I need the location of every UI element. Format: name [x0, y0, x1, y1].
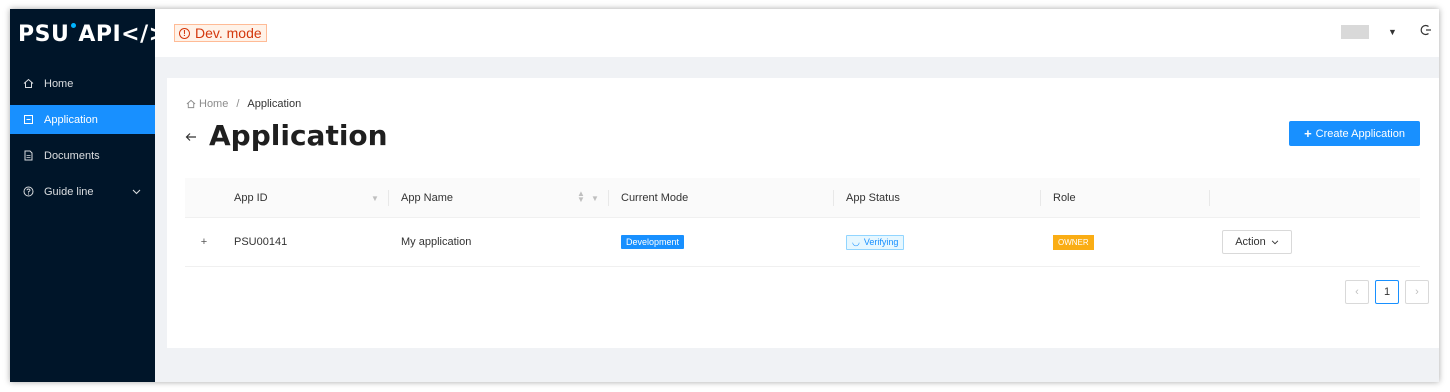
caret-down-icon[interactable]: ▼ [1388, 27, 1397, 37]
mode-tag: Development [621, 235, 685, 249]
role-tag: OWNER [1053, 234, 1094, 250]
logo-text-left: PSU [18, 21, 70, 47]
sort-icon[interactable]: ▲ ▼ [577, 190, 585, 204]
loading-icon: ◡ [852, 236, 860, 247]
expand-row-button[interactable]: + [199, 218, 209, 266]
filter-icon[interactable]: ▼ [371, 194, 379, 203]
page-1-button[interactable]: 1 [1375, 280, 1399, 304]
column-header-app-status: App Status [846, 191, 900, 204]
chevron-down-icon [1271, 238, 1279, 247]
prev-page-button[interactable]: ‹ [1345, 280, 1369, 304]
column-header-current-mode: Current Mode [621, 191, 689, 204]
plus-icon: + [200, 236, 208, 248]
app-window: PSU API</> Home Application Documents Gu… [10, 9, 1439, 382]
create-application-label: Create Application [1315, 127, 1405, 140]
breadcrumb-current: Application [247, 98, 302, 110]
column-divider [833, 190, 834, 206]
sidebar-item-guideline[interactable]: Guide line [10, 177, 155, 206]
column-divider [1040, 190, 1041, 206]
plus-icon: + [1304, 126, 1312, 141]
sidebar: PSU API</> Home Application Documents Gu… [10, 9, 167, 382]
top-header: ! Dev. mode ▼ [155, 9, 1439, 57]
status-tag: ◡ Verifying [846, 234, 905, 250]
home-icon [23, 78, 34, 89]
dev-mode-label: Dev. mode [195, 25, 262, 41]
action-cell: Action [1222, 218, 1292, 266]
user-avatar[interactable] [1341, 25, 1369, 39]
sidebar-item-home[interactable]: Home [10, 69, 155, 98]
question-circle-icon [23, 186, 34, 197]
sidebar-item-documents[interactable]: Documents [10, 141, 155, 170]
application-table: App ID ▼ App Name ▲ ▼ ▼ Current Mode App … [185, 178, 1420, 267]
table-header: App ID ▼ App Name ▲ ▼ ▼ Current Mode App … [185, 178, 1420, 218]
logo-dot-icon [71, 22, 77, 28]
home-icon [186, 99, 196, 109]
content-card: Home / Application Application + Create … [167, 78, 1439, 348]
page-title: Application [209, 119, 388, 152]
breadcrumb: Home / Application [186, 98, 301, 110]
sidebar-item-label: Guide line [44, 185, 94, 198]
table-row: + PSU00141 My application Development ◡ … [185, 218, 1420, 267]
action-dropdown-button[interactable]: Action [1222, 230, 1292, 254]
column-divider [1209, 190, 1210, 206]
breadcrumb-home[interactable]: Home [199, 98, 228, 110]
column-header-app-id[interactable]: App ID [234, 178, 268, 217]
status-label: Verifying [863, 237, 899, 247]
create-application-button[interactable]: + Create Application [1289, 121, 1420, 146]
brand-logo[interactable]: PSU API</> [18, 21, 168, 47]
column-divider [388, 190, 389, 206]
sidebar-item-label: Documents [44, 149, 100, 162]
app-name-cell: My application [401, 236, 472, 248]
next-page-button[interactable]: › [1405, 280, 1429, 304]
back-arrow-icon[interactable] [185, 129, 197, 145]
sidebar-item-label: Home [44, 77, 74, 90]
dev-mode-badge: ! Dev. mode [174, 24, 267, 42]
pagination: ‹ 1 › [1339, 280, 1429, 304]
column-divider [608, 190, 609, 206]
filter-icon[interactable]: ▼ [591, 194, 599, 203]
action-label: Action [1235, 236, 1266, 248]
column-header-role: Role [1053, 191, 1076, 204]
role-cell: OWNER [1053, 218, 1094, 266]
sidebar-nav: Home Application Documents Guide line [10, 69, 155, 213]
column-header-app-name[interactable]: App Name [401, 178, 453, 217]
application-icon [23, 114, 34, 125]
chevron-down-icon [132, 187, 141, 197]
sidebar-item-application[interactable]: Application [10, 105, 155, 134]
document-icon [23, 150, 34, 161]
breadcrumb-separator: / [236, 98, 240, 110]
app-id-cell: PSU00141 [234, 236, 288, 248]
sidebar-item-label: Application [44, 113, 98, 126]
warning-circle-icon: ! [179, 27, 190, 39]
status-cell: ◡ Verifying [846, 218, 905, 266]
logout-icon[interactable] [1420, 24, 1432, 39]
mode-cell: Development [621, 218, 685, 266]
